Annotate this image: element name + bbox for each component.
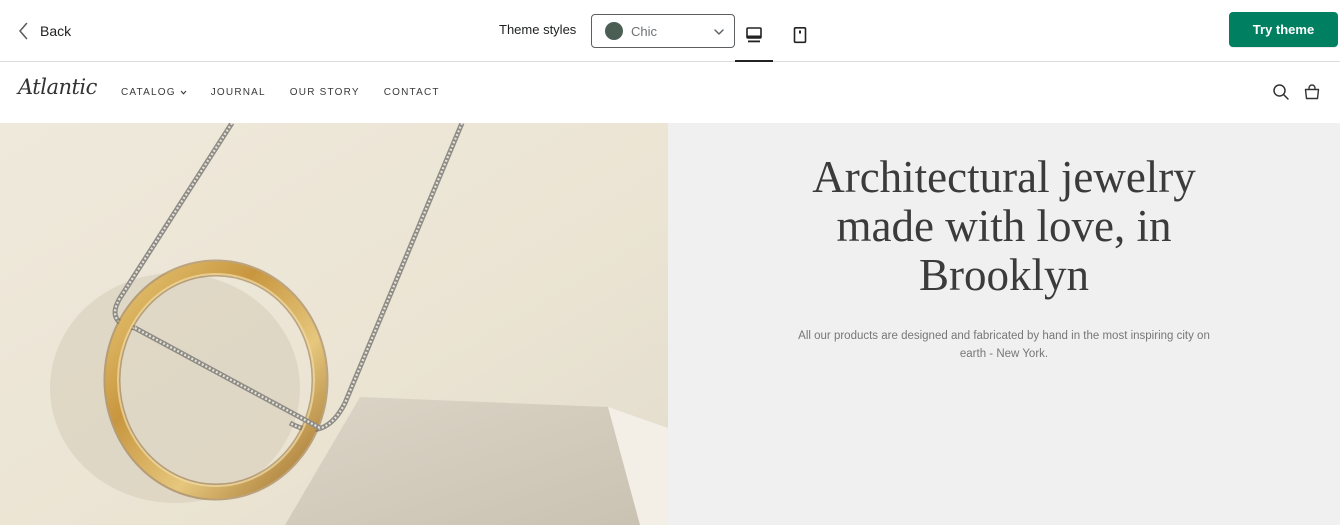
- nav-item-our-story[interactable]: OUR STORY: [290, 87, 360, 98]
- theme-styles-label: Theme styles: [499, 22, 577, 37]
- theme-preview-toolbar: Back Theme styles Chic Try theme: [0, 0, 1340, 62]
- selected-style-value: Chic: [631, 23, 658, 39]
- tablet-view-button[interactable]: [781, 14, 819, 62]
- chevron-down-icon: [180, 87, 187, 98]
- style-color-swatch: [605, 22, 623, 40]
- back-label: Back: [40, 23, 72, 39]
- nav-item-catalog[interactable]: CATALOG: [121, 87, 187, 98]
- main-navigation: CATALOG JOURNAL OUR STORY CONTACT: [121, 87, 440, 98]
- nav-item-journal[interactable]: JOURNAL: [211, 87, 266, 98]
- tablet-icon: [791, 26, 809, 49]
- chevron-down-icon: [714, 22, 724, 40]
- nav-item-contact[interactable]: CONTACT: [384, 87, 440, 98]
- store-logo[interactable]: Atlantic: [18, 75, 97, 99]
- shopping-bag-icon[interactable]: [1303, 83, 1321, 106]
- hero-text-panel: Architectural jewelry made with love, in…: [668, 123, 1340, 525]
- chevron-left-icon: [18, 22, 28, 40]
- store-header: Atlantic CATALOG JOURNAL OUR STORY CONTA…: [0, 63, 1340, 123]
- nav-item-label: CATALOG: [121, 87, 176, 98]
- desktop-view-button[interactable]: [735, 14, 773, 62]
- hero-image: [0, 123, 668, 525]
- try-theme-button[interactable]: Try theme: [1229, 12, 1338, 47]
- search-icon[interactable]: [1272, 83, 1290, 106]
- theme-style-select[interactable]: Chic: [591, 14, 735, 48]
- hero-subtext: All our products are designed and fabric…: [798, 330, 1210, 360]
- back-button[interactable]: Back: [18, 18, 71, 44]
- hero-heading: Architectural jewelry made with love, in…: [812, 152, 1196, 300]
- desktop-icon: [745, 26, 763, 49]
